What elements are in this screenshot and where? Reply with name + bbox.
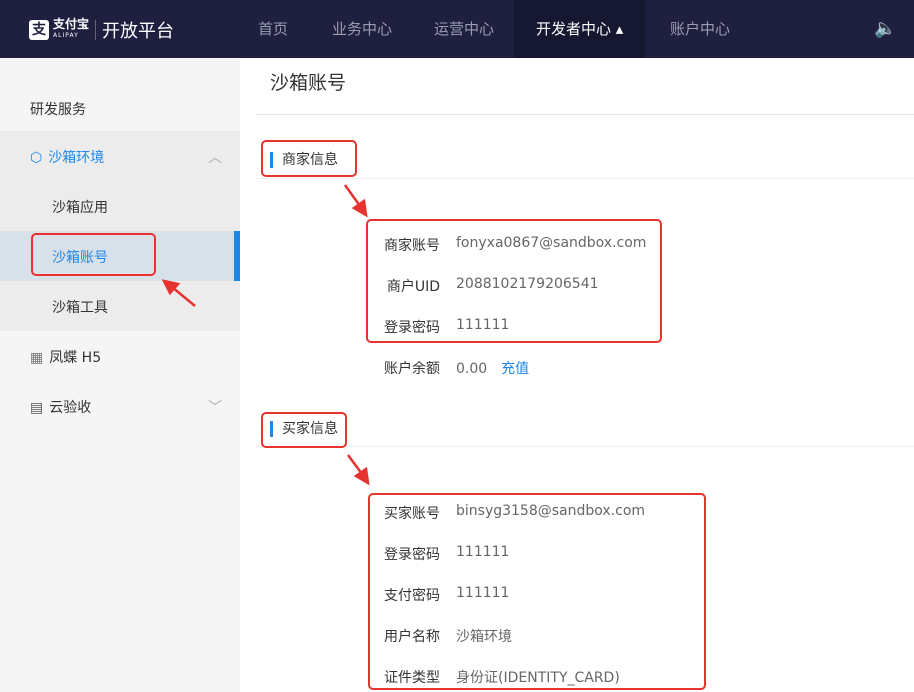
annotation-arrows: [161, 184, 370, 486]
